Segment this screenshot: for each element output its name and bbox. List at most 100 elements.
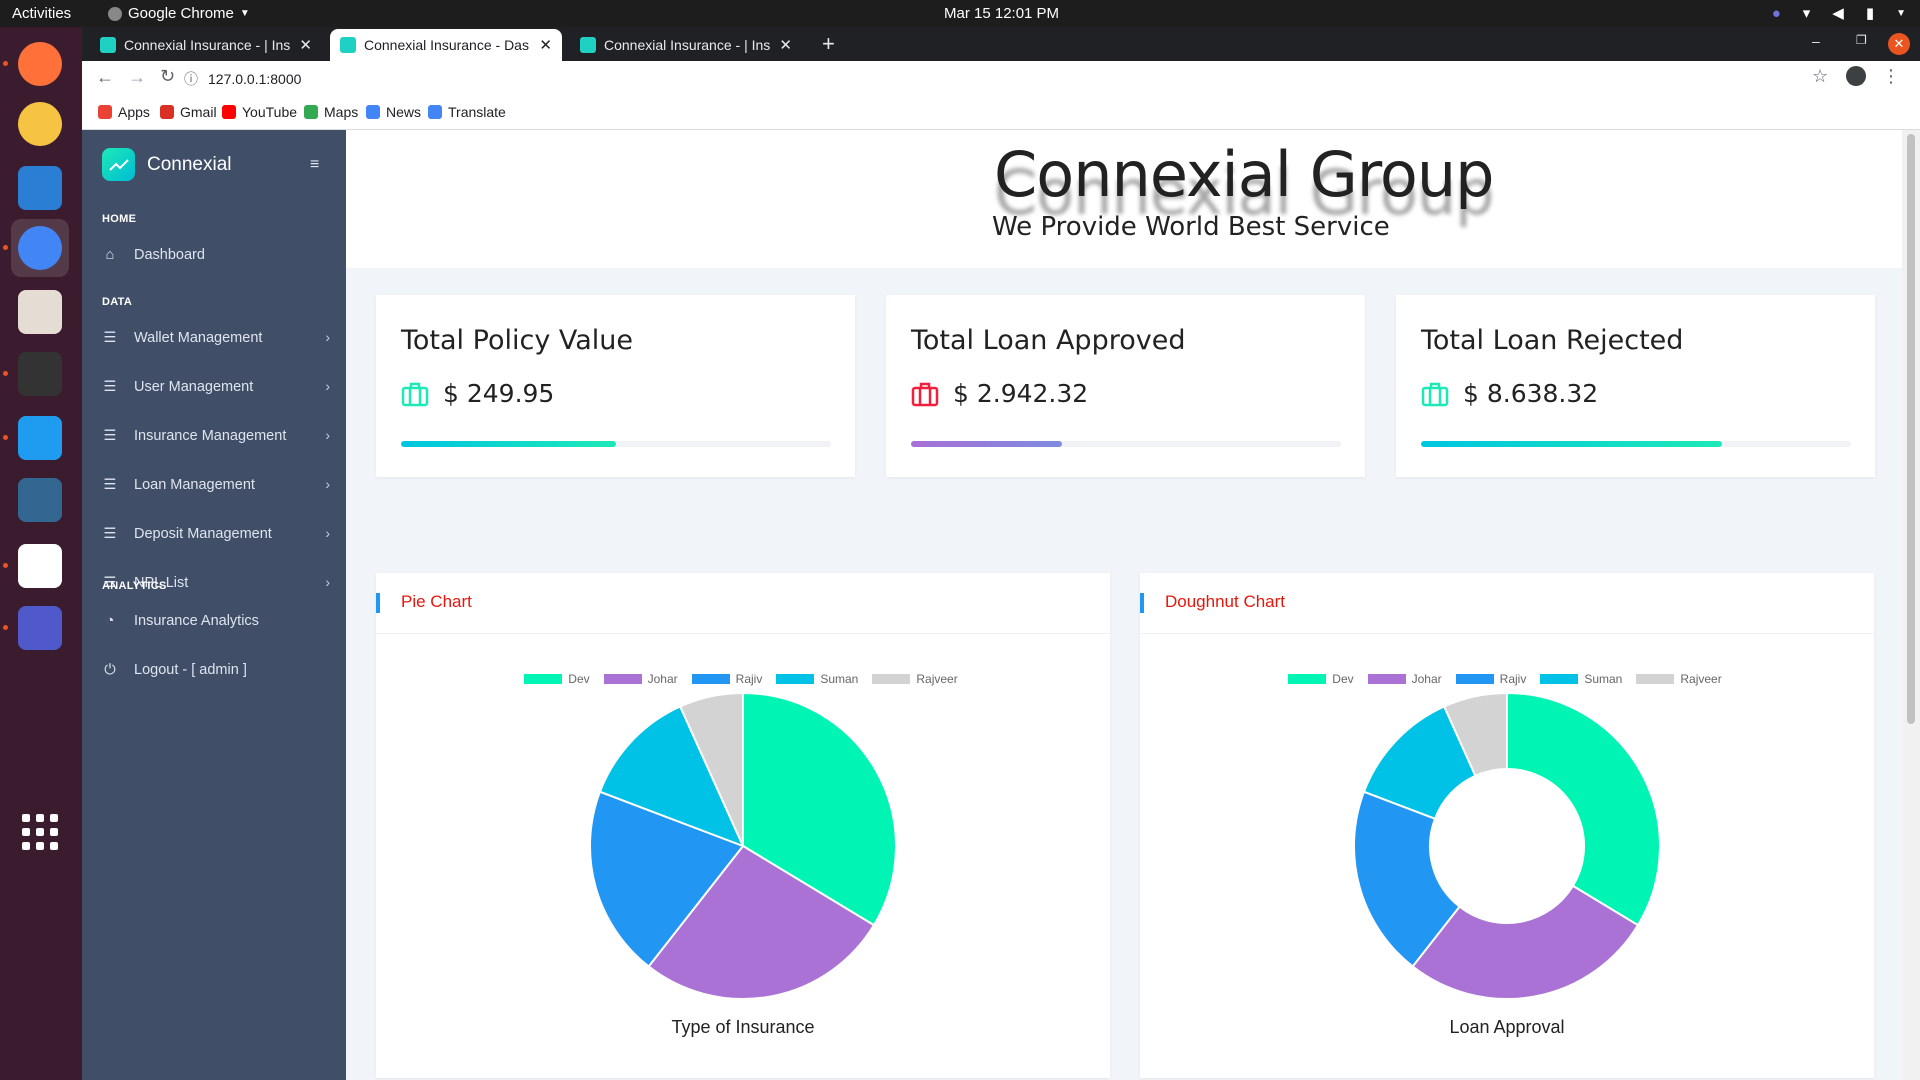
sidebar-item-label: Insurance Analytics — [134, 613, 259, 629]
bookmark-label: Apps — [118, 104, 150, 120]
sidebar-item-user-management[interactable]: ☰ User Management › — [102, 376, 331, 398]
back-icon[interactable]: ← — [96, 67, 114, 88]
legend-item[interactable]: Johar — [1367, 672, 1442, 686]
reload-icon[interactable]: ↻ — [160, 66, 175, 87]
stat-label: Total Loan Rejected — [1421, 325, 1684, 356]
app-grid-icon[interactable] — [11, 803, 69, 861]
tab-strip: Connexial Insurance - | Ins ✕ Connexial … — [82, 27, 1920, 61]
pie-chart-card: Pie Chart Dev Johar Rajiv Suman Rajveer Type… — [376, 573, 1110, 1078]
hamburger-icon[interactable]: ≡ — [310, 156, 319, 174]
legend-item[interactable]: Rajveer — [1636, 672, 1722, 686]
legend-item[interactable]: Johar — [603, 672, 678, 686]
tab-2[interactable]: Connexial Insurance - Das ✕ — [330, 29, 562, 61]
rhythmbox-icon[interactable] — [11, 95, 69, 153]
teams-icon[interactable] — [11, 599, 69, 657]
app-menu[interactable]: Google Chrome ▼ — [108, 5, 250, 22]
sidebar-item-wallet-management[interactable]: ☰ Wallet Management › — [102, 327, 331, 349]
close-icon[interactable]: ✕ — [779, 36, 792, 54]
chart-caption: Type of Insurance — [671, 1017, 815, 1037]
bookmark-youtube[interactable]: YouTube — [222, 104, 297, 120]
legend-item[interactable]: Suman — [776, 672, 858, 686]
power-icon: ⏻ — [104, 662, 116, 678]
terminal-icon[interactable] — [11, 345, 69, 403]
bookmark-gmail[interactable]: Gmail — [160, 104, 217, 120]
forward-icon[interactable]: → — [128, 67, 146, 88]
stat-label: Total Loan Approved — [911, 325, 1186, 356]
legend-swatch — [691, 674, 730, 684]
legend-item[interactable]: Suman — [1540, 672, 1622, 686]
restore-icon[interactable]: ❐ — [1856, 33, 1867, 47]
bookmark-apps[interactable]: Apps — [98, 104, 150, 120]
favicon-icon — [580, 37, 596, 53]
legend-item[interactable]: Rajveer — [872, 672, 958, 686]
doughnut-chart — [1353, 691, 1661, 1000]
bookmark-label: YouTube — [242, 104, 298, 120]
legend-item[interactable]: Dev — [1288, 672, 1354, 686]
chevron-right-icon: › — [325, 329, 330, 345]
page-title: Connexial Group — [994, 138, 1494, 211]
tab-3[interactable]: Connexial Insurance - | Ins ✕ — [570, 29, 802, 61]
card-header: Doughnut Chart — [1140, 573, 1874, 634]
bookmark-translate[interactable]: Translate — [428, 104, 506, 120]
brand[interactable]: Connexial — [102, 148, 232, 181]
slice-dev[interactable] — [1506, 691, 1661, 927]
sidebar-item-loan-management[interactable]: ☰ Loan Management › — [102, 474, 331, 496]
brand-name: Connexial — [147, 153, 232, 175]
sidebar-item-deposit-management[interactable]: ☰ Deposit Management › — [102, 523, 331, 545]
legend-item[interactable]: Dev — [524, 672, 590, 686]
files-icon[interactable] — [11, 283, 69, 341]
page-subtitle: We Provide World Best Service — [992, 212, 1390, 242]
sidebar-item-insurance-management[interactable]: ☰ Insurance Management › — [102, 425, 331, 447]
server-icon: ☰ — [103, 379, 117, 395]
progress-track — [1421, 441, 1851, 447]
scrollbar-thumb[interactable] — [1907, 134, 1915, 724]
sidebar-item-logout[interactable]: ⏻ Logout - [ admin ] — [102, 659, 330, 681]
server-icon: ☰ — [103, 330, 117, 346]
running-indicator — [3, 245, 8, 250]
chrome-icon[interactable] — [11, 219, 69, 277]
close-icon[interactable]: ✕ — [299, 36, 312, 54]
writer-icon[interactable] — [11, 159, 69, 217]
system-tray[interactable]: ● ▾ ◀ ▮ ▼ — [1772, 4, 1906, 23]
bookmark-star-icon[interactable]: ☆ — [1812, 66, 1828, 87]
apps-icon — [98, 105, 112, 119]
stat-value-row: $ 8.638.32 — [1421, 379, 1598, 408]
new-tab-icon[interactable]: + — [822, 31, 835, 57]
bookmark-news[interactable]: News — [366, 104, 421, 120]
minimize-icon[interactable]: – — [1812, 33, 1820, 49]
sidebar-item-insurance-analytics[interactable]: ◔ Insurance Analytics — [102, 610, 330, 632]
section-data: DATA — [102, 296, 133, 308]
firefox-icon[interactable] — [11, 35, 69, 93]
text-editor-icon[interactable] — [11, 537, 69, 595]
address-bar[interactable]: ⓘ 127.0.0.1:8000 — [184, 65, 1744, 93]
postgres-icon[interactable] — [11, 471, 69, 529]
scrollbar[interactable] — [1902, 130, 1920, 1080]
profile-icon[interactable] — [1846, 66, 1866, 86]
clock[interactable]: Mar 15 12:01 PM — [944, 5, 1059, 22]
section-analytics: ANALYTICS — [102, 580, 167, 592]
bookmark-maps[interactable]: Maps — [304, 104, 358, 120]
menu-icon[interactable]: ⋮ — [1882, 66, 1900, 87]
sidebar-item-dashboard[interactable]: ⌂ Dashboard — [102, 244, 330, 266]
legend-item[interactable]: Rajiv — [1455, 672, 1526, 686]
stat-value: $ 249.95 — [443, 379, 555, 408]
accent-bar — [376, 593, 380, 613]
server-icon: ☰ — [103, 428, 117, 444]
legend-label: Johar — [647, 672, 678, 686]
wifi-icon: ▾ — [1802, 5, 1811, 22]
close-icon[interactable]: ✕ — [539, 36, 552, 54]
chart-caption: Loan Approval — [1449, 1017, 1565, 1037]
running-indicator — [3, 625, 8, 630]
close-window-icon[interactable]: ✕ — [1888, 33, 1910, 55]
legend-item[interactable]: Rajiv — [691, 672, 762, 686]
caret-down-icon: ▼ — [1896, 7, 1906, 19]
activities-button[interactable]: Activities — [12, 5, 71, 22]
tab-1[interactable]: Connexial Insurance - | Ins ✕ — [90, 29, 322, 61]
server-icon: ☰ — [103, 526, 117, 542]
caret-down-icon: ▼ — [239, 8, 250, 19]
briefcase-icon — [911, 382, 939, 406]
vscode-icon[interactable] — [11, 409, 69, 467]
browser-toolbar: ← → ↻ ⓘ 127.0.0.1:8000 ☆ ⋮ — [82, 61, 1920, 97]
running-indicator — [3, 61, 8, 66]
bookmark-label: Maps — [324, 104, 359, 120]
